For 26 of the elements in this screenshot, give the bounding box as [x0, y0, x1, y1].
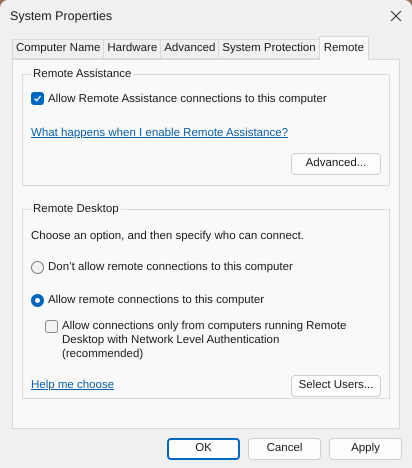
checkmark-icon — [33, 94, 42, 104]
tab[interactable]: Computer Name — [12, 39, 104, 59]
help-link[interactable]: What happens when I enable Remote Assistance? — [31, 126, 288, 138]
checkbox-label: Allow connections only from computers running Remote Desktop with Network Level Authentication (recommended) — [62, 319, 348, 361]
instruction-text: Choose an option, and then specify who can connect. — [31, 229, 305, 244]
window-title: System Properties — [10, 8, 112, 25]
dialog-button[interactable]: Cancel — [248, 438, 321, 460]
advanced-button[interactable]: Advanced... — [291, 152, 381, 175]
checkbox[interactable] — [31, 92, 44, 106]
help-link[interactable]: Help me choose — [31, 377, 114, 395]
dialog-button[interactable]: OK — [167, 438, 240, 460]
select-users-button[interactable]: Select Users... — [291, 375, 381, 397]
radio-button[interactable] — [31, 260, 44, 274]
group-title: Remote Desktop — [32, 202, 120, 217]
tab[interactable]: System Protection — [218, 39, 319, 59]
group-title: Remote Assistance — [32, 67, 132, 82]
tab[interactable]: Advanced — [160, 39, 218, 59]
radio-label: Allow remote connections to this computer — [48, 292, 264, 308]
tab[interactable]: Hardware — [103, 39, 160, 59]
checkbox[interactable] — [45, 320, 58, 333]
radio-button[interactable] — [31, 294, 44, 307]
checkbox-label: Allow Remote Assistance connections to this computer — [48, 92, 327, 108]
tab[interactable]: Remote — [318, 36, 369, 60]
radio-label: Don’t allow remote connections to this computer — [48, 260, 293, 274]
dialog-button[interactable]: Apply — [329, 438, 402, 460]
close-icon[interactable] — [390, 10, 402, 22]
